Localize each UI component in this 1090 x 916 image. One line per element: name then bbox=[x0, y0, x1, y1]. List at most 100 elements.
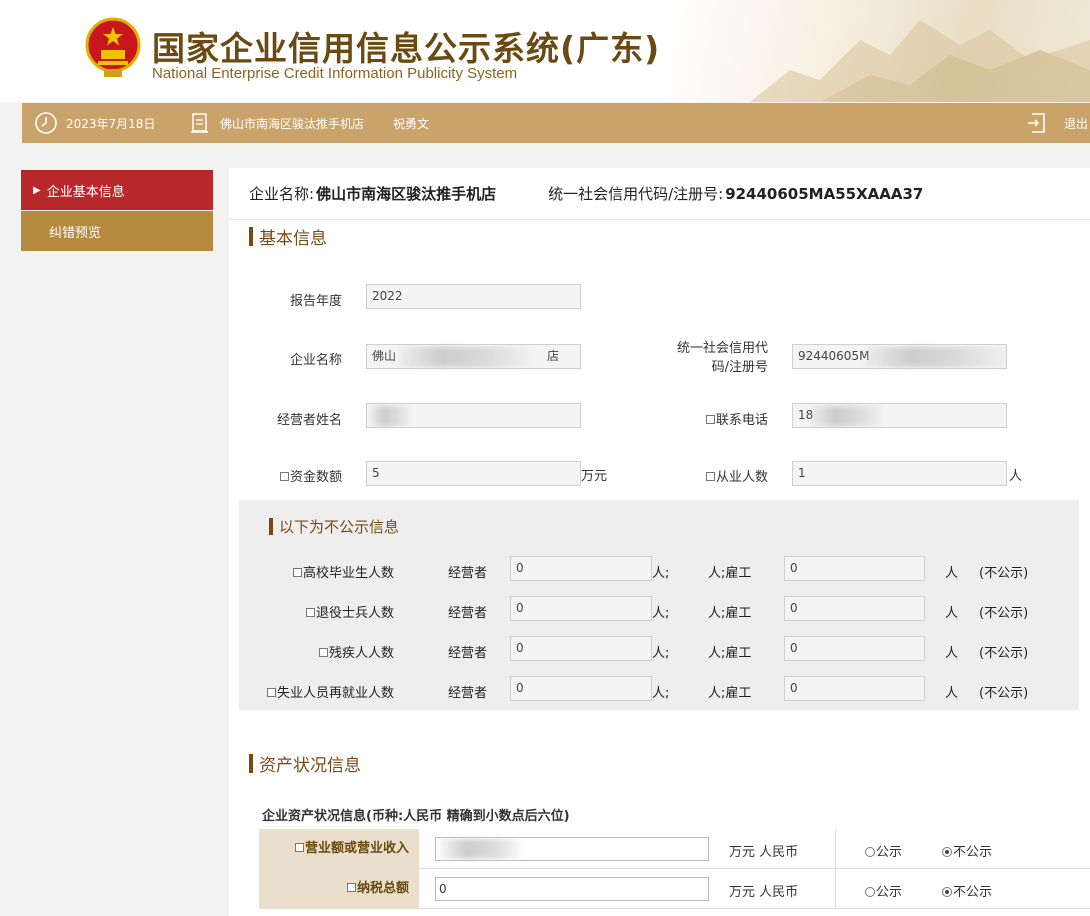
public-radio[interactable]: 公示 bbox=[865, 881, 902, 900]
row-label-text: 纳税总额 bbox=[356, 881, 409, 896]
public-radio[interactable]: 公示 bbox=[865, 841, 902, 860]
enterprise-name-field-end: 店 bbox=[547, 349, 560, 363]
section-nonpublic: 以下为不公示信息 bbox=[269, 516, 399, 537]
credit-code-field[interactable]: 92440605M bbox=[792, 344, 1007, 369]
employee-count-field[interactable]: 0 bbox=[784, 636, 925, 661]
radio-label: 公示 bbox=[876, 845, 903, 860]
row-label-text: 退役士兵人数 bbox=[315, 606, 394, 621]
unit-text: 人 bbox=[945, 606, 959, 621]
asset-subtitle: 企业资产状况信息(币种:人民币 精确到小数点后六位) bbox=[262, 809, 570, 824]
unit-semicolon: 人; bbox=[652, 646, 670, 661]
document-icon bbox=[191, 113, 208, 133]
section-title: 以下为不公示信息 bbox=[279, 518, 400, 536]
enterprise-name-field[interactable]: 佛山 店 bbox=[366, 344, 581, 369]
capital-label-text: 资金数额 bbox=[289, 470, 342, 485]
employees-unit: 人 bbox=[1009, 469, 1023, 484]
employees-checkbox[interactable] bbox=[705, 472, 715, 481]
enterprise-name-form-label: 企业名称 bbox=[289, 353, 342, 368]
hidden-text: (不公示) bbox=[979, 566, 1029, 581]
main-content: 企业名称: 佛山市南海区骏汰推手机店 统一社会信用代码/注册号: 9244060… bbox=[229, 168, 1090, 916]
capital-checkbox[interactable] bbox=[279, 472, 289, 481]
operator-text: 经营者 bbox=[448, 646, 488, 661]
employees-field[interactable]: 1 bbox=[792, 461, 1007, 486]
phone-field[interactable]: 18 bbox=[792, 403, 1007, 428]
hidden-text: (不公示) bbox=[979, 606, 1029, 621]
operator-text: 经营者 bbox=[448, 606, 488, 621]
phone-label: 联系电话 bbox=[654, 409, 768, 428]
logout-button[interactable]: 退出 bbox=[1026, 103, 1088, 143]
credit-code-value: 92440605MA55XAAA37 bbox=[725, 184, 924, 203]
nonpublic-radio[interactable]: 不公示 bbox=[942, 881, 992, 900]
operator-name-field[interactable] bbox=[366, 403, 581, 428]
tax-input[interactable]: 0 bbox=[435, 877, 709, 901]
logout-label: 退出 bbox=[1064, 116, 1089, 131]
nonpublic-radio[interactable]: 不公示 bbox=[942, 841, 992, 860]
operator-count-field[interactable]: 0 bbox=[510, 556, 652, 581]
radio-circle bbox=[865, 846, 875, 857]
capital-label: 资金数额 bbox=[257, 466, 342, 485]
employee-count-field[interactable]: 0 bbox=[784, 676, 925, 701]
row-checkbox[interactable] bbox=[318, 648, 328, 657]
employees-label: 从业人数 bbox=[654, 466, 768, 485]
asset-row-tax: 纳税总额 0 万元 人民币 公示 不公示 bbox=[259, 869, 1090, 909]
redaction-blur bbox=[811, 406, 881, 426]
radio-label: 不公示 bbox=[953, 845, 993, 860]
sidebar-item-basic-info[interactable]: ▶ 企业基本信息 bbox=[21, 170, 213, 210]
redaction-blur bbox=[370, 406, 410, 426]
row-label: 营业额或营业收入 bbox=[259, 829, 419, 869]
sidebar-item-label: 纠错预览 bbox=[49, 225, 102, 241]
unit-text: 人 bbox=[945, 646, 959, 661]
site-title-english: National Enterprise Credit Information P… bbox=[152, 65, 518, 82]
employee-count-field[interactable]: 0 bbox=[784, 596, 925, 621]
nonpublic-row-disabled: 残疾人人数 经营者 0 人; 人;雇工 0 人 (不公示) bbox=[239, 636, 1079, 666]
currency-unit: 万元 人民币 bbox=[729, 885, 799, 900]
redaction-blur bbox=[865, 347, 1005, 367]
row-checkbox[interactable] bbox=[294, 843, 304, 852]
row-checkbox[interactable] bbox=[346, 883, 356, 892]
sidebar: ▶ 企业基本信息 纠错预览 bbox=[21, 170, 213, 252]
credit-code-label-line1: 统一社会信用代 bbox=[676, 341, 768, 356]
radio-label: 公示 bbox=[876, 885, 903, 900]
redaction-blur bbox=[440, 839, 520, 859]
enterprise-name-field-start: 佛山 bbox=[372, 349, 397, 363]
hidden-text: (不公示) bbox=[979, 686, 1029, 701]
currency-unit: 万元 人民币 bbox=[729, 845, 799, 860]
operator-text: 经营者 bbox=[448, 686, 488, 701]
unit-semicolon: 人; bbox=[652, 686, 670, 701]
revenue-input[interactable] bbox=[435, 837, 709, 861]
employed-text: 人;雇工 bbox=[708, 646, 752, 661]
sidebar-item-correction-preview[interactable]: 纠错预览 bbox=[21, 211, 213, 251]
sidebar-item-label: 企业基本信息 bbox=[46, 184, 125, 200]
capital-unit: 万元 bbox=[581, 469, 608, 484]
logout-icon bbox=[1028, 113, 1045, 133]
employee-count-field[interactable]: 0 bbox=[784, 556, 925, 581]
phone-label-text: 联系电话 bbox=[715, 413, 768, 428]
row-label: 失业人员再就业人数 bbox=[249, 682, 394, 701]
row-label: 退役士兵人数 bbox=[249, 602, 394, 621]
operator-count-field[interactable]: 0 bbox=[510, 676, 652, 701]
section-title: 基本信息 bbox=[259, 229, 327, 249]
row-checkbox[interactable] bbox=[266, 688, 276, 697]
row-checkbox[interactable] bbox=[305, 608, 315, 617]
row-label-text: 失业人员再就业人数 bbox=[276, 686, 394, 701]
national-emblem-icon bbox=[85, 17, 141, 77]
row-label: 高校毕业生人数 bbox=[249, 562, 394, 581]
row-label: 纳税总额 bbox=[259, 869, 419, 909]
operator-count-field[interactable]: 0 bbox=[510, 636, 652, 661]
capital-field[interactable]: 5 bbox=[366, 461, 581, 486]
site-title: 国家企业信用信息公示系统(广东) bbox=[152, 29, 661, 68]
header-decoration bbox=[670, 0, 1090, 102]
operator-count-field[interactable]: 0 bbox=[510, 596, 652, 621]
date-display: 2023年7月18日 bbox=[34, 103, 155, 143]
row-checkbox[interactable] bbox=[292, 568, 302, 577]
asset-table: 营业额或营业收入 万元 人民币 公示 不公示 纳税总额 0 万元 人民币 公示 … bbox=[259, 829, 1090, 909]
mountain-illustration bbox=[750, 20, 1090, 102]
operator-name-label: 经营者姓名 bbox=[276, 413, 342, 428]
report-year-label: 报告年度 bbox=[289, 294, 342, 309]
report-year-field[interactable]: 2022 bbox=[366, 284, 581, 309]
employed-text: 人;雇工 bbox=[708, 686, 752, 701]
phone-checkbox[interactable] bbox=[705, 415, 715, 424]
operator-text: 经营者 bbox=[448, 566, 488, 581]
redaction-blur bbox=[399, 347, 529, 367]
section-marker bbox=[269, 518, 273, 535]
